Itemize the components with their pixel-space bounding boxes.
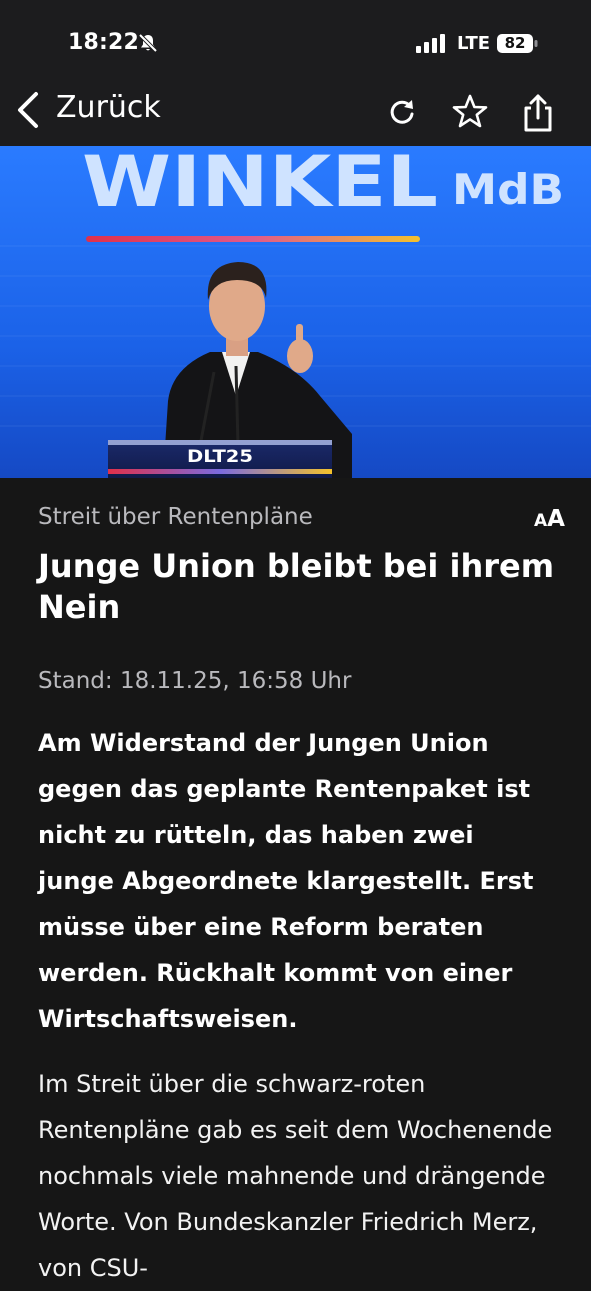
status-time: 18:22 [68, 30, 140, 55]
reload-button[interactable] [382, 92, 422, 132]
reload-icon [390, 100, 414, 124]
share-icon [524, 94, 552, 132]
bookmark-button[interactable] [450, 92, 490, 132]
text-size-big-glyph: A [547, 506, 565, 532]
signal-icon [416, 34, 445, 53]
article-kicker: Streit über Rentenpläne [38, 504, 313, 530]
backdrop-title: WINKEL [82, 146, 438, 223]
podium-label: DLT25 [187, 447, 253, 467]
star-icon [452, 94, 488, 128]
status-bar: 18:22 LTE 82 [0, 0, 591, 84]
article-headline: Junge Union bleibt bei ihrem Nein [38, 547, 555, 626]
share-button[interactable] [518, 92, 558, 132]
battery-level: 82 [504, 34, 526, 52]
article-body-paragraph: Im Streit über die schwarz-roten Rentenp… [38, 1070, 553, 1282]
text-size-button[interactable]: AA [534, 506, 565, 532]
article-dateline: Stand: 18.11.25, 16:58 Uhr [38, 668, 352, 694]
article-hero-image[interactable]: WINKEL MdB DLT25 [0, 146, 591, 478]
bell-muted-icon [138, 33, 158, 53]
back-label: Zurück [56, 90, 161, 125]
backdrop-suffix: MdB [452, 165, 564, 214]
text-size-small-glyph: A [534, 511, 548, 531]
article-teaser: Am Widerstand der Jungen Union gegen das… [38, 729, 534, 1033]
back-button[interactable]: Zurück [10, 84, 180, 134]
hero-photo: WINKEL MdB DLT25 [0, 146, 591, 478]
navigation-bar: Zurück [0, 84, 591, 146]
network-type: LTE [457, 33, 491, 54]
chevron-left-icon [18, 92, 38, 128]
